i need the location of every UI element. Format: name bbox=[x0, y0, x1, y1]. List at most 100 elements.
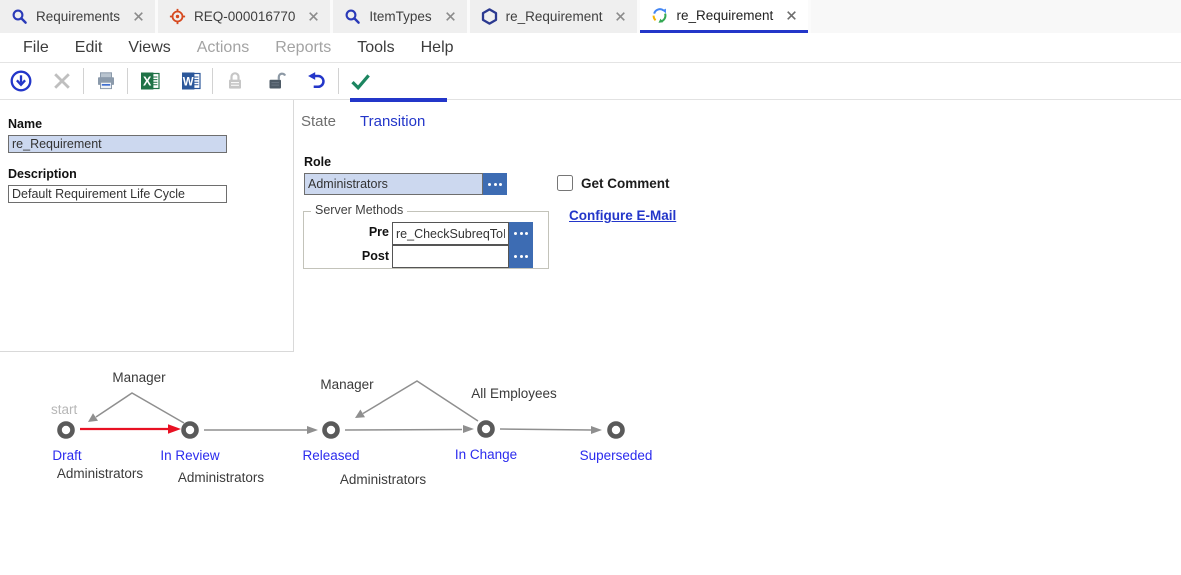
state-node-inchange[interactable] bbox=[480, 423, 493, 436]
transition-inreview-to-released[interactable] bbox=[204, 426, 318, 434]
description-input[interactable] bbox=[8, 185, 227, 203]
state-node-released[interactable] bbox=[325, 424, 338, 437]
hexagon-icon bbox=[481, 8, 498, 25]
save-icon bbox=[9, 69, 33, 93]
state-label-released: Released bbox=[302, 448, 359, 463]
transition-label-all-employees: All Employees bbox=[471, 386, 557, 401]
word-icon: W bbox=[179, 69, 203, 93]
lifecycle-diagram: start Manager Manager All Employees Draf… bbox=[0, 352, 1181, 575]
tab-itemtypes[interactable]: ItemTypes bbox=[333, 0, 466, 33]
transition-label-manager-2: Manager bbox=[320, 377, 373, 392]
state-node-inreview[interactable] bbox=[184, 424, 197, 437]
server-methods-legend: Server Methods bbox=[311, 203, 407, 217]
transition-panel: State Transition Role Get Comment Server… bbox=[294, 100, 1181, 352]
menu-actions: Actions bbox=[184, 39, 262, 57]
content-area: Name Description State Transition Role G… bbox=[0, 100, 1181, 352]
search-icon bbox=[344, 8, 361, 25]
tab-lifecycle-re-requirement[interactable]: re_Requirement bbox=[640, 0, 808, 33]
post-method-picker-button[interactable] bbox=[509, 245, 533, 268]
lifecycle-diagram-canvas bbox=[0, 352, 700, 462]
tab-label: re_Requirement bbox=[676, 8, 773, 23]
configure-email-link[interactable]: Configure E-Mail bbox=[569, 208, 676, 223]
toolbar-separator bbox=[83, 68, 84, 94]
tab-req-item[interactable]: REQ-000016770 bbox=[158, 0, 330, 33]
state-node-draft[interactable] bbox=[60, 424, 73, 437]
state-label-inreview: In Review bbox=[160, 448, 219, 463]
menu-file[interactable]: File bbox=[10, 39, 62, 57]
export-word-button[interactable]: W bbox=[170, 63, 211, 99]
role-label: Role bbox=[304, 155, 331, 169]
tab-label: Requirements bbox=[36, 9, 120, 24]
tab-requirements[interactable]: Requirements bbox=[0, 0, 155, 33]
lock-icon bbox=[223, 69, 247, 93]
undo-button[interactable] bbox=[296, 63, 337, 99]
state-role-label-released: Administrators bbox=[340, 472, 426, 487]
toolbar-separator bbox=[127, 68, 128, 94]
ellipsis-icon bbox=[488, 183, 502, 186]
tab-close-icon[interactable] bbox=[133, 11, 144, 22]
lifecycle-form-panel: Name Description bbox=[0, 100, 294, 352]
menu-edit[interactable]: Edit bbox=[62, 39, 116, 57]
post-method-input[interactable] bbox=[392, 245, 509, 268]
transition-inchange-to-superseded[interactable] bbox=[500, 426, 602, 434]
start-label: start bbox=[51, 402, 77, 417]
state-node-superseded[interactable] bbox=[610, 424, 623, 437]
undo-icon bbox=[305, 69, 329, 93]
menu-reports: Reports bbox=[262, 39, 344, 57]
menu-tools[interactable]: Tools bbox=[344, 39, 407, 57]
state-role-label-inreview: Administrators bbox=[178, 470, 264, 485]
lifecycle-icon bbox=[651, 7, 668, 24]
pre-method-label: Pre bbox=[331, 225, 389, 239]
unlock-button[interactable] bbox=[255, 63, 296, 99]
print-button[interactable] bbox=[85, 63, 126, 99]
tab-itemtype-re-requirement[interactable]: re_Requirement bbox=[470, 0, 638, 33]
cancel-button bbox=[41, 63, 82, 99]
excel-icon: X bbox=[138, 69, 162, 93]
unlock-icon bbox=[264, 69, 288, 93]
ellipsis-icon bbox=[514, 232, 528, 235]
name-input[interactable] bbox=[8, 135, 227, 153]
tab-close-icon[interactable] bbox=[615, 11, 626, 22]
role-picker-button[interactable] bbox=[483, 173, 507, 195]
tab-close-icon[interactable] bbox=[308, 11, 319, 22]
toolbar: X W bbox=[0, 62, 1181, 100]
get-comment-checkbox[interactable] bbox=[557, 175, 573, 191]
tab-label: ItemTypes bbox=[369, 9, 431, 24]
state-role-label-draft: Administrators bbox=[57, 466, 143, 481]
cancel-icon bbox=[50, 69, 74, 93]
tab-close-icon[interactable] bbox=[786, 10, 797, 21]
tab-strip-filler bbox=[811, 0, 1181, 33]
subtab-state[interactable]: State bbox=[301, 113, 336, 130]
transition-label-manager-1: Manager bbox=[112, 370, 165, 385]
target-icon bbox=[169, 8, 186, 25]
svg-text:W: W bbox=[182, 76, 193, 88]
tab-close-icon[interactable] bbox=[445, 11, 456, 22]
save-button[interactable] bbox=[0, 63, 41, 99]
tab-strip: Requirements REQ-000016770 ItemTypes bbox=[0, 0, 1181, 33]
printer-icon bbox=[94, 69, 118, 93]
transition-inreview-to-draft[interactable] bbox=[88, 393, 184, 423]
role-input[interactable] bbox=[304, 173, 483, 195]
svg-text:X: X bbox=[143, 74, 152, 88]
state-label-inchange: In Change bbox=[455, 447, 517, 462]
confirm-button[interactable] bbox=[340, 63, 381, 99]
toolbar-separator bbox=[338, 68, 339, 94]
transition-released-to-inchange[interactable] bbox=[345, 425, 474, 433]
tab-label: re_Requirement bbox=[506, 9, 603, 24]
menu-help[interactable]: Help bbox=[408, 39, 467, 57]
export-excel-button[interactable]: X bbox=[129, 63, 170, 99]
state-label-superseded: Superseded bbox=[580, 448, 653, 463]
state-label-draft: Draft bbox=[52, 448, 81, 463]
ellipsis-icon bbox=[514, 255, 528, 258]
name-label: Name bbox=[8, 117, 42, 131]
menu-bar: File Edit Views Actions Reports Tools He… bbox=[0, 33, 1181, 62]
subtab-transition[interactable]: Transition bbox=[360, 113, 425, 130]
application-window: Requirements REQ-000016770 ItemTypes bbox=[0, 0, 1181, 575]
transition-draft-to-inreview[interactable] bbox=[80, 424, 181, 433]
menu-views[interactable]: Views bbox=[115, 39, 183, 57]
pre-method-picker-button[interactable] bbox=[509, 222, 533, 245]
checkmark-icon bbox=[348, 69, 373, 94]
pre-method-input[interactable] bbox=[392, 222, 509, 245]
post-method-label: Post bbox=[331, 249, 389, 263]
get-comment-label: Get Comment bbox=[581, 176, 670, 191]
